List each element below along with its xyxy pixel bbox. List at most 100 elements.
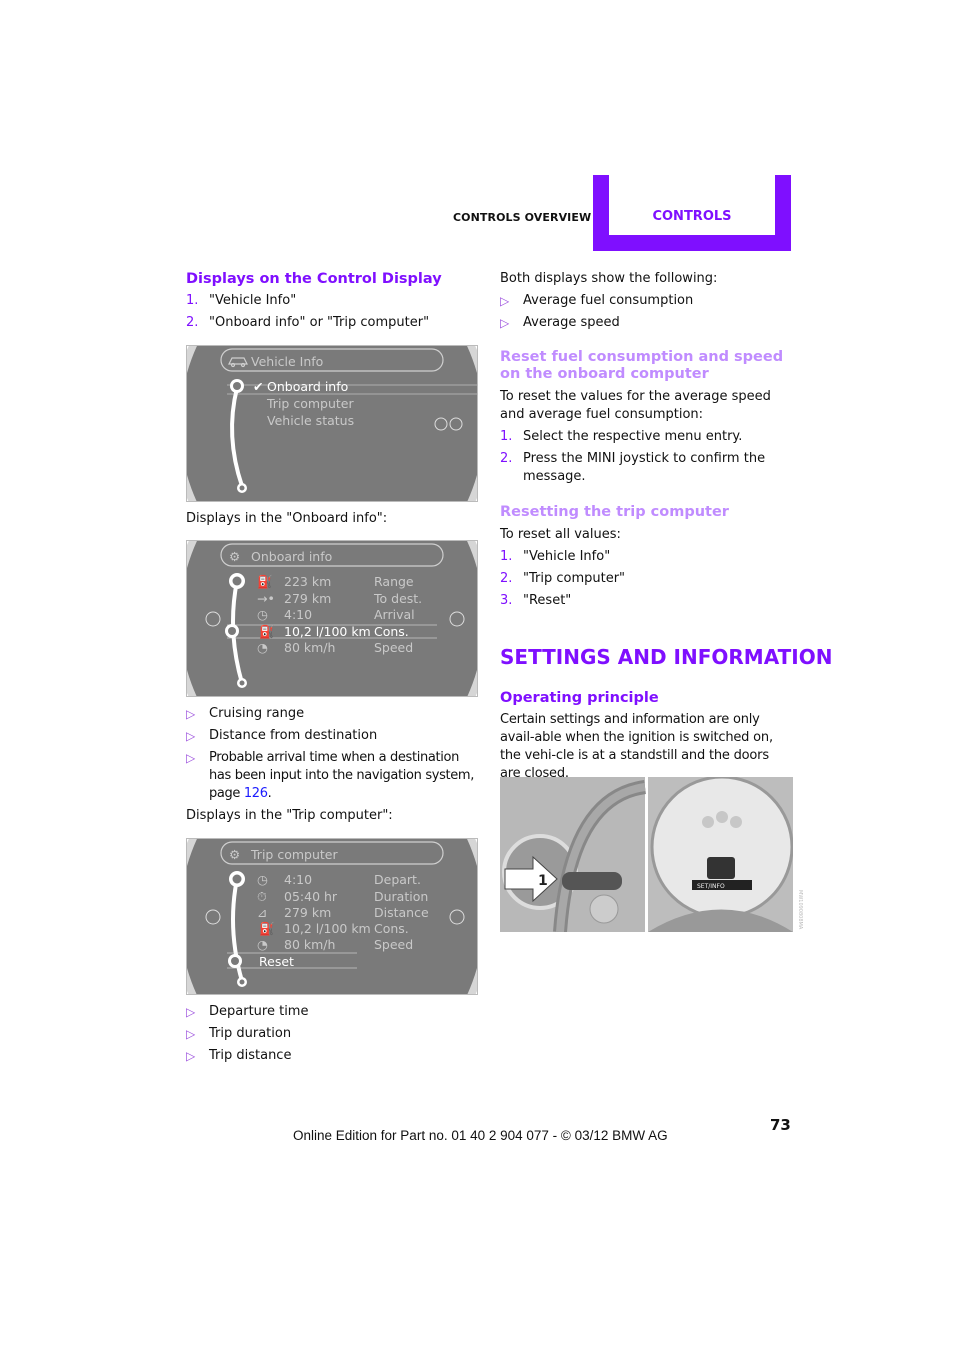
row-value: 10,2 l/100 km <box>284 921 371 936</box>
arrival-clock-icon: ◷ <box>257 607 268 622</box>
departure-clock-icon: ◷ <box>257 872 268 887</box>
step-text: Press the MINI joystick to confirm the m… <box>523 451 766 484</box>
screen-title: Trip computer <box>250 847 338 862</box>
triangle-bullet-icon: ▷ <box>186 729 196 743</box>
running-header-section: CONTROLS OVERVIEW <box>453 211 592 224</box>
reset-paragraph: To reset the values for the average spee… <box>500 389 771 422</box>
list-item: ▷ Trip duration <box>186 1025 478 1043</box>
list-item: ▷ Probable arrival time when a destinatio… <box>186 749 478 803</box>
reset-item[interactable]: Reset <box>259 954 294 969</box>
footer-text: Online Edition for Part no. 01 40 2 904 … <box>293 1128 668 1143</box>
chapter-tab-inner <box>609 175 775 235</box>
fuel-pump-icon: ⛽ <box>259 921 275 936</box>
bullet-text-end: . <box>267 786 272 801</box>
step-number: 2. <box>500 451 513 466</box>
bullet-text: Departure time <box>209 1004 309 1019</box>
operating-principle: Operating principle Certain settings and… <box>500 690 792 783</box>
heading-reset-fuel: Reset fuel consumption and speed on the … <box>500 349 784 382</box>
row-value: 80 km/h <box>284 937 335 952</box>
triangle-bullet-icon: ▷ <box>186 1005 196 1019</box>
indicator-stalk <box>562 872 622 890</box>
display-text: SET/INFO <box>697 883 725 890</box>
step-text: "Vehicle Info" <box>209 293 297 308</box>
step-number: 1. <box>186 293 199 308</box>
step-number: 1. <box>500 549 513 564</box>
bullet-text: Average fuel consumption <box>523 293 694 308</box>
speedometer-icon: ◔ <box>257 937 268 952</box>
speedometer-icon: ◔ <box>257 640 268 655</box>
intro-text: Both displays show the following: <box>500 271 718 286</box>
heading-displays: Displays on the Control Display <box>186 271 442 287</box>
step-text: "Vehicle Info" <box>523 549 611 564</box>
step-number: 3. <box>500 593 513 608</box>
row-label-selected[interactable]: Cons. <box>374 624 409 639</box>
car-display-icon <box>707 857 735 879</box>
right-column: Both displays show the following: ▷ Avera… <box>500 270 792 610</box>
bullet-text: Cruising range <box>209 706 305 721</box>
screen-title: Onboard info <box>251 549 332 564</box>
list-item: 3. "Reset" <box>500 592 792 610</box>
list-item: ▷ Departure time <box>186 1003 478 1021</box>
triangle-bullet-icon: ▷ <box>186 751 195 765</box>
fuel-pump-icon: ⛽ <box>259 624 275 639</box>
row-label: Depart. <box>374 872 421 887</box>
triangle-bullet-icon: ▷ <box>186 1049 196 1063</box>
step-text: "Onboard info" or "Trip computer" <box>209 315 430 330</box>
step-text: Select the respective menu entry. <box>523 429 743 444</box>
row-value: 05:40 hr <box>284 889 338 904</box>
list-item: ▷ Trip distance <box>186 1047 478 1065</box>
step-number: 2. <box>500 571 513 586</box>
list-item: ▷ Average speed <box>500 314 792 332</box>
step-text: "Reset" <box>523 593 572 608</box>
list-item: ▷ Distance from destination <box>186 727 478 745</box>
destination-arrow-icon: →• <box>257 591 275 606</box>
row-value: 279 km <box>284 591 331 606</box>
menu-item-trip-computer[interactable]: Trip computer <box>266 396 354 411</box>
bullet-text: Distance from destination <box>209 728 378 743</box>
fuel-pump-range-icon: ⛽ <box>257 574 273 589</box>
triangle-bullet-icon: ▷ <box>500 294 510 308</box>
list-item: 1. Select the respective menu entry. <box>500 428 792 446</box>
gear-icon: ⚙ <box>229 549 240 564</box>
page-link[interactable]: 126 <box>244 786 268 801</box>
speedometer-gauge <box>650 775 794 919</box>
screen-trip-computer: ⚙ Trip computer ◷ 4:10 Depart. ⏱ 05:40 h… <box>186 838 478 995</box>
distance-road-icon: ⊿ <box>257 905 267 920</box>
steering-wheel-illustration: 1 SET/INFO <box>500 775 794 933</box>
callout-number: 1 <box>538 873 548 889</box>
check-icon: ✔ <box>253 379 263 394</box>
list-item: ▷ Cruising range <box>186 705 478 723</box>
list-item: 2. "Onboard info" or "Trip computer" <box>186 314 478 332</box>
heading-reset-trip: Resetting the trip computer <box>500 504 729 520</box>
onboard-bullets: ▷ Cruising range ▷ Distance from destinati… <box>186 705 478 825</box>
triangle-bullet-icon: ▷ <box>186 707 196 721</box>
trip-bullets: ▷ Departure time ▷ Trip duration ▷ Trip dis… <box>186 1003 478 1065</box>
row-value: 223 km <box>284 574 331 589</box>
list-item: 2. Press the MINI joystick to confirm the… <box>500 450 792 486</box>
row-value-selected[interactable]: 10,2 l/100 km <box>284 624 371 639</box>
list-item: 1. "Vehicle Info" <box>186 292 478 310</box>
duration-stopwatch-icon: ⏱ <box>257 889 267 904</box>
list-item: 1. "Vehicle Info" <box>500 548 792 566</box>
bullet-text: Trip duration <box>209 1026 292 1041</box>
section-title: SETTINGS AND INFORMATION <box>500 645 833 669</box>
row-label: To dest. <box>373 591 422 606</box>
step-number: 1. <box>500 429 513 444</box>
left-column: Displays on the Control Display 1. "Vehic… <box>186 271 478 332</box>
menu-item-onboard-info[interactable]: Onboard info <box>267 379 348 394</box>
screen-onboard-info: ⚙ Onboard info ⛽ 223 km Range →• 279 km … <box>186 540 478 697</box>
row-label: Distance <box>374 905 429 920</box>
menu-item-vehicle-status[interactable]: Vehicle status <box>267 413 354 428</box>
image-code: MW1090808MA <box>797 890 803 930</box>
step-text: "Trip computer" <box>523 571 626 586</box>
row-value: 4:10 <box>284 607 312 622</box>
step-number: 2. <box>186 315 199 330</box>
row-value: 279 km <box>284 905 331 920</box>
screen-title: Vehicle Info <box>251 354 323 369</box>
triangle-bullet-icon: ▷ <box>186 1027 196 1041</box>
row-label: Range <box>374 574 414 589</box>
caption-onboard: Displays in the "Onboard info": <box>186 511 388 526</box>
row-value: 80 km/h <box>284 640 335 655</box>
gear-icon: ⚙ <box>229 847 240 862</box>
bullet-text: Average speed <box>523 315 620 330</box>
